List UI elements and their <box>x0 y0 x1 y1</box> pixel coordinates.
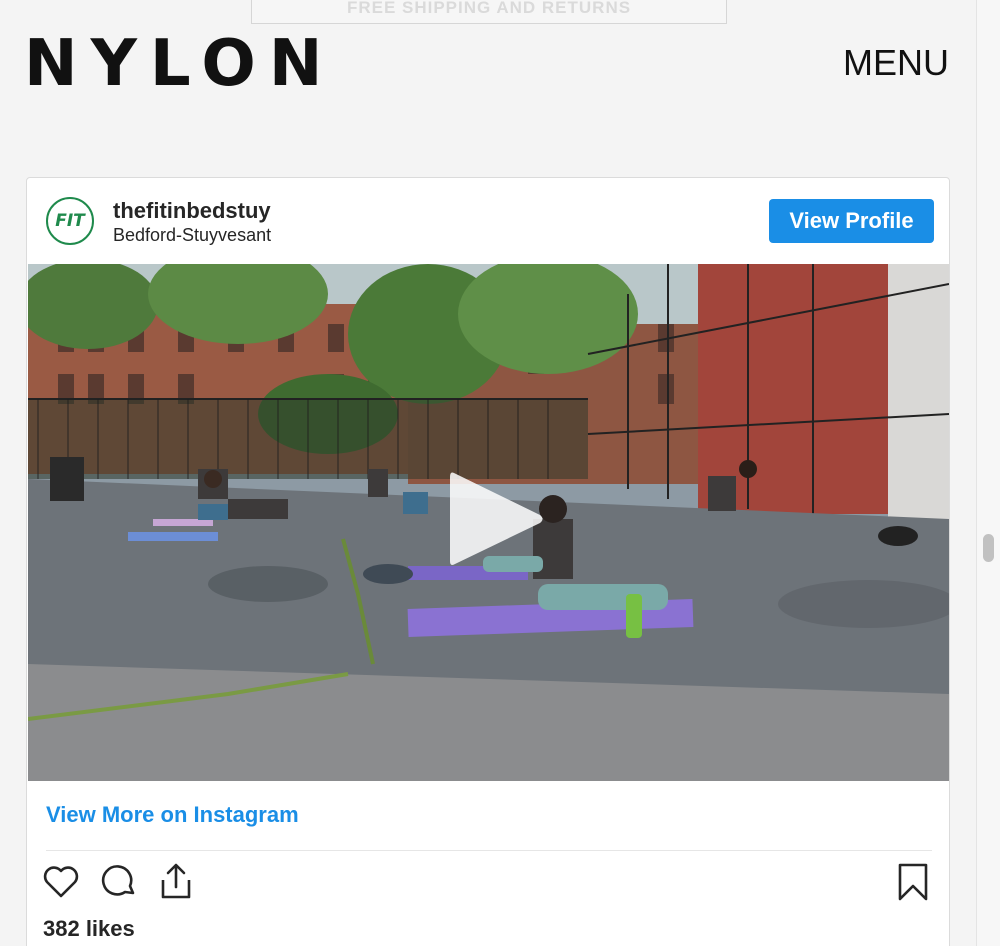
promo-banner[interactable]: FREE SHIPPING AND RETURNS <box>251 0 727 24</box>
heart-icon[interactable] <box>41 862 81 902</box>
instagram-embed-card: FIT thefitinbedstuy Bedford-Stuyvesant V… <box>26 177 950 946</box>
comment-icon[interactable] <box>99 862 139 902</box>
play-icon[interactable] <box>446 467 546 571</box>
divider <box>46 850 932 851</box>
menu-button[interactable]: MENU <box>843 42 949 84</box>
bookmark-icon[interactable] <box>893 862 933 902</box>
post-location[interactable]: Bedford-Stuyvesant <box>113 225 271 246</box>
share-icon[interactable] <box>156 862 196 902</box>
nylon-logo[interactable]: NYLON <box>24 26 335 102</box>
scrollbar-thumb[interactable] <box>983 534 994 562</box>
profile-username[interactable]: thefitinbedstuy <box>113 198 271 224</box>
view-profile-button[interactable]: View Profile <box>769 199 934 243</box>
likes-count: 382 likes <box>43 916 135 941</box>
view-more-on-instagram-link[interactable]: View More on Instagram <box>46 802 299 828</box>
promo-banner-text: FREE SHIPPING AND RETURNS <box>346 0 632 17</box>
post-video[interactable] <box>28 264 949 781</box>
profile-avatar[interactable]: FIT <box>46 197 94 245</box>
scrollbar-track[interactable] <box>976 0 1000 946</box>
avatar-logo-text: FIT <box>55 211 85 231</box>
